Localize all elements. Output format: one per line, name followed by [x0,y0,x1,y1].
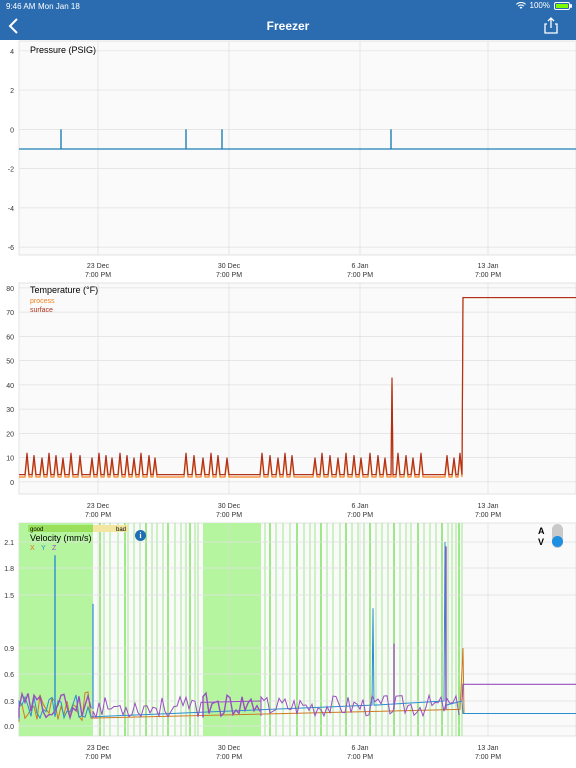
y-tick-label: 60 [6,334,14,341]
status-bar: 9:46 AM Mon Jan 18 100% [0,0,576,12]
x-tick-time: 7:00 PM [85,512,111,519]
y-tick-label: 0.9 [4,646,14,653]
x-tick-date: 13 Jan [477,503,498,510]
y-tick-label: -2 [8,167,14,174]
y-tick-label: 0 [10,127,14,134]
y-tick-label: 0.6 [4,672,14,679]
status-right: 100% [515,1,572,10]
y-tick-label: 0.3 [4,699,14,706]
y-tick-label: 40 [6,383,14,390]
x-tick-time: 7:00 PM [347,754,373,761]
x-tick-time: 7:00 PM [475,272,501,279]
nav-bar: Freezer [0,12,576,40]
x-tick-time: 7:00 PM [347,272,373,279]
legend-surface: surface [30,307,53,314]
pressure-chart: 4 2 0 -2 -4 -6 23 Dec 7:00 PM 30 Dec 7:00 PM 6 Ja… [8,40,576,279]
x-tick-time: 7:00 PM [216,272,242,279]
x-tick-date: 30 Dec [218,263,241,270]
y-tick-label: 20 [6,431,14,438]
x-tick-time: 7:00 PM [347,512,373,519]
y-tick-label: 2 [10,88,14,95]
y-tick-label: 2.1 [4,540,14,547]
temperature-chart: 80 70 60 50 40 30 20 10 0 23 Dec 7:00 PM 30 Dec 7:0… [6,282,576,519]
y-tick-label: 0 [10,480,14,487]
pressure-title: Pressure (PSIG) [30,45,96,55]
y-tick-label: 1.5 [4,593,14,600]
toggle-label-a: A [538,526,545,536]
y-tick-label: 4 [10,49,14,56]
wifi-icon [515,1,526,9]
y-tick-label: 50 [6,359,14,366]
legend-process: process [30,298,55,305]
share-icon[interactable] [542,17,560,35]
page-title: Freezer [266,19,310,33]
x-tick-date: 13 Jan [477,263,498,270]
legend-z: Z [52,545,57,552]
velocity-chart: 2.1 1.8 1.5 0.9 0.6 0.3 0.0 23 Dec 7:00 PM 30 De… [4,522,576,761]
toggle-knob[interactable] [552,536,563,547]
x-tick-date: 6 Jan [351,263,368,270]
accel-velocity-toggle[interactable]: A V [538,524,570,548]
y-tick-label: 80 [6,286,14,293]
x-tick-time: 7:00 PM [216,754,242,761]
x-tick-time: 7:00 PM [85,754,111,761]
x-tick-date: 6 Jan [351,745,368,752]
status-date: Mon Jan 18 [38,2,80,11]
x-tick-date: 23 Dec [87,503,110,510]
x-tick-time: 7:00 PM [475,512,501,519]
velocity-y-ticks: 2.1 1.8 1.5 0.9 0.6 0.3 0.0 [4,540,14,731]
y-tick-label: 30 [6,407,14,414]
x-tick-date: 23 Dec [87,745,110,752]
battery-percent: 100% [529,1,550,10]
temperature-x-ticks: 23 Dec 7:00 PM 30 Dec 7:00 PM 6 Jan 7:00 PM 13… [85,503,501,519]
legend-x: X [30,545,35,552]
legend-y: Y [41,545,46,552]
temperature-title: Temperature (°F) [30,285,98,295]
y-tick-label: 1.8 [4,566,14,573]
bad-label: bad [116,527,126,533]
y-tick-label: -4 [8,206,14,213]
x-tick-date: 13 Jan [477,745,498,752]
info-icon[interactable]: i [135,530,146,541]
x-tick-time: 7:00 PM [216,512,242,519]
velocity-x-ticks: 23 Dec 7:00 PM 30 Dec 7:00 PM 6 Jan 7:00 PM 13… [85,745,501,761]
y-tick-label: -6 [8,245,14,252]
x-tick-time: 7:00 PM [475,754,501,761]
status-time: 9:46 AM [6,2,36,11]
x-tick-date: 30 Dec [218,745,241,752]
x-tick-date: 6 Jan [351,503,368,510]
y-tick-label: 10 [6,456,14,463]
x-tick-date: 23 Dec [87,263,110,270]
x-tick-time: 7:00 PM [85,272,111,279]
battery-icon [554,1,572,10]
pressure-x-ticks: 23 Dec 7:00 PM 30 Dec 7:00 PM 6 Jan 7:00 PM 13… [85,263,501,279]
y-tick-label: 70 [6,310,14,317]
temperature-y-ticks: 80 70 60 50 40 30 20 10 0 [6,286,14,487]
x-tick-date: 30 Dec [218,503,241,510]
pressure-y-ticks: 4 2 0 -2 -4 -6 [8,49,14,252]
toggle-label-v: V [538,537,545,547]
velocity-title: Velocity (mm/s) [30,533,92,543]
y-tick-label: 0.0 [4,724,14,731]
